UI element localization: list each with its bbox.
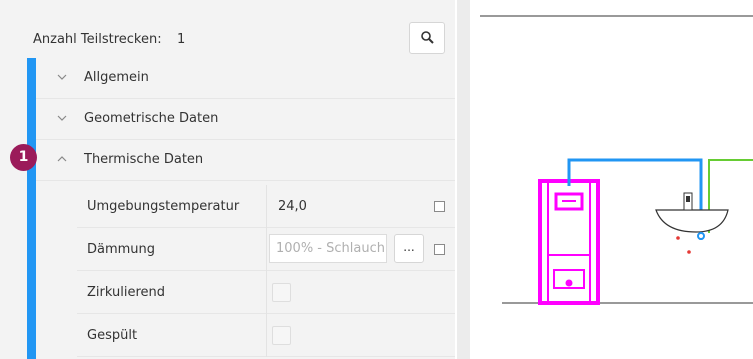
step-badge: 1 [10, 144, 37, 171]
section-thermische-daten[interactable]: Thermische Daten [36, 140, 455, 181]
active-group-indicator [27, 58, 36, 359]
property-row-umgebungstemperatur: Umgebungstemperatur 24,0 [77, 185, 455, 228]
section-label: Geometrische Daten [84, 111, 219, 126]
chevron-up-icon [57, 156, 67, 162]
connection-point [676, 236, 680, 240]
property-label: Zirkulierend [87, 285, 165, 300]
plumbing-drawing [480, 15, 753, 305]
column-divider [266, 185, 267, 228]
search-button[interactable] [409, 22, 445, 54]
segment-count-label: Anzahl Teilstrecken: [33, 32, 162, 47]
daemmung-field[interactable]: 100% - Schlauch [269, 234, 387, 263]
column-divider [266, 271, 267, 314]
wc-element-symbol [538, 179, 600, 305]
panel-splitter[interactable] [457, 0, 470, 359]
search-icon [421, 31, 434, 44]
property-row-daemmung: Dämmung 100% - Schlauch ... [77, 228, 455, 271]
zirkulierend-checkbox[interactable] [272, 283, 291, 302]
column-divider [266, 314, 267, 357]
property-label: Dämmung [87, 242, 156, 257]
segment-count-value: 1 [177, 32, 186, 47]
valve-marker [697, 232, 705, 240]
chevron-down-icon [57, 74, 67, 80]
umgebungstemperatur-value[interactable]: 24,0 [278, 199, 307, 214]
connection-point [687, 250, 691, 254]
section-allgemein[interactable]: Allgemein [36, 58, 455, 99]
section-geometrische-daten[interactable]: Geometrische Daten [36, 99, 455, 140]
chevron-down-icon [57, 115, 67, 121]
property-label: Gespült [87, 328, 138, 343]
gespuelt-checkbox[interactable] [272, 326, 291, 345]
column-divider [266, 228, 267, 271]
properties-panel: Anzahl Teilstrecken: 1 Allgemein Geometr… [0, 0, 455, 359]
property-row-gespuelt: Gespült [77, 314, 455, 357]
drawing-canvas[interactable] [470, 0, 753, 359]
override-checkbox[interactable] [434, 201, 445, 212]
property-label: Umgebungstemperatur [87, 199, 240, 214]
washbasin-symbol [655, 192, 729, 233]
property-row-zirkulierend: Zirkulierend [77, 271, 455, 314]
section-label: Thermische Daten [84, 152, 204, 167]
override-checkbox[interactable] [434, 244, 445, 255]
panel-header: Anzahl Teilstrecken: 1 [0, 20, 455, 58]
section-label: Allgemein [84, 70, 149, 85]
daemmung-browse-button[interactable]: ... [394, 234, 424, 263]
